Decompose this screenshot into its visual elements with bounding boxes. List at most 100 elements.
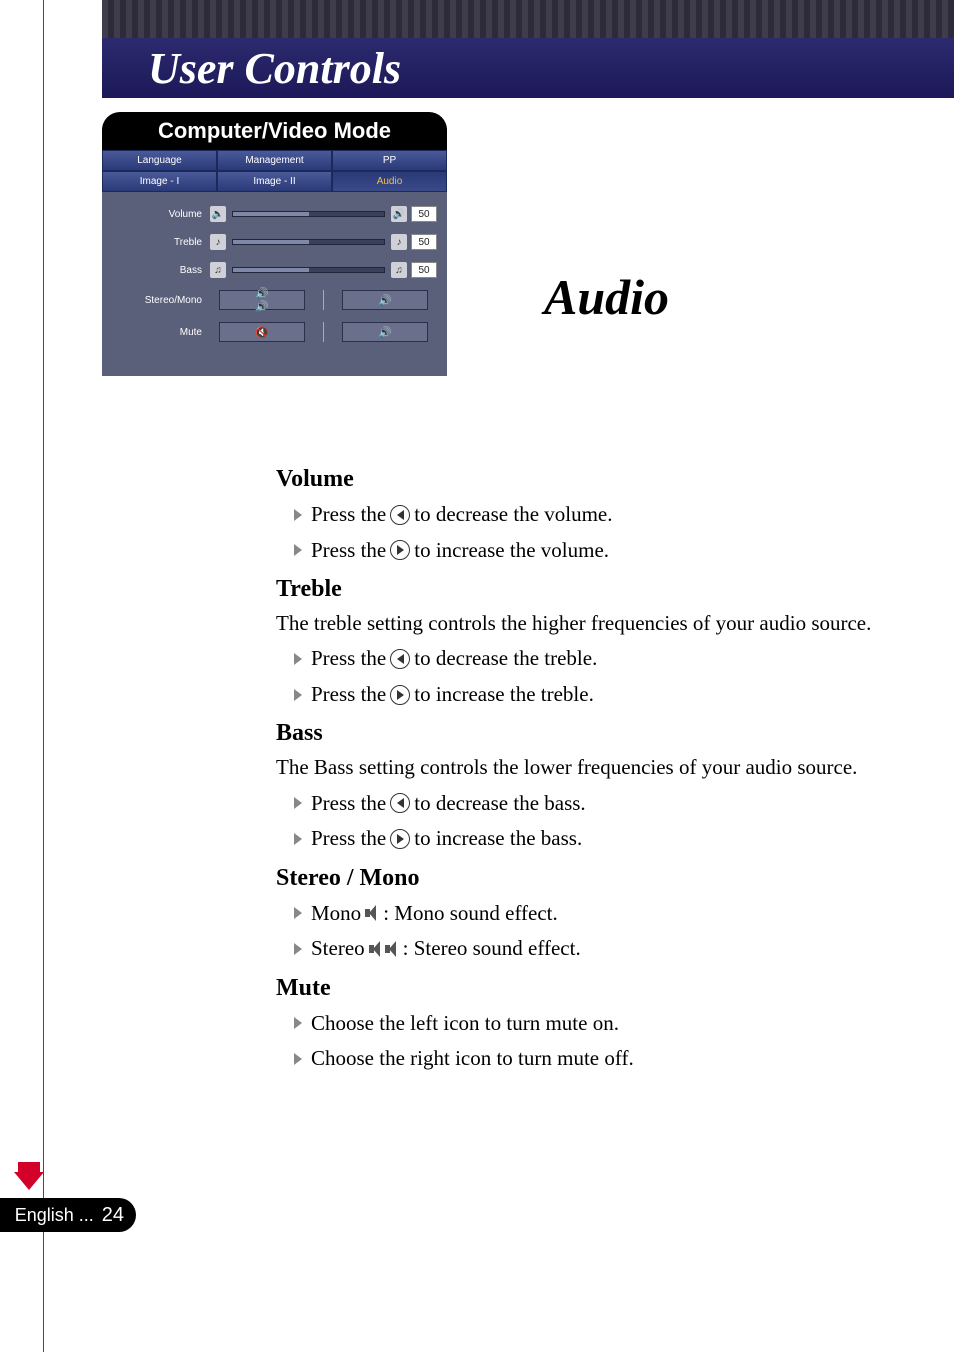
osd-value-treble: 50 xyxy=(411,234,437,250)
heading-treble: Treble xyxy=(276,576,896,603)
footer-lang: English ... xyxy=(15,1205,94,1226)
text-segment: Choose the right icon to turn mute off. xyxy=(311,1043,634,1075)
text-segment: Press the xyxy=(311,643,386,675)
osd-slider-bass[interactable] xyxy=(232,267,385,273)
bullet-arrow-icon xyxy=(294,797,302,809)
text-segment: to decrease the volume. xyxy=(414,499,612,531)
heading-volume: Volume xyxy=(276,466,896,493)
osd-divider xyxy=(323,290,324,310)
stereo-icon: 🔊🔊 xyxy=(255,293,269,307)
text-segment: Press the xyxy=(311,499,386,531)
volume-high-icon: 🔊 xyxy=(391,206,407,222)
bullet-arrow-icon xyxy=(294,689,302,701)
osd-title: Computer/Video Mode xyxy=(102,112,447,150)
doc-body: Volume Press the to decrease the volume.… xyxy=(276,456,896,1079)
bullet-arrow-icon xyxy=(294,833,302,845)
left-arrow-button-icon xyxy=(390,793,410,813)
osd-panel: Computer/Video Mode Language Management … xyxy=(102,112,447,376)
volume-low-icon: 🔈 xyxy=(210,206,226,222)
osd-row-treble: Treble ♪ ♪ 50 xyxy=(112,234,437,250)
bullet-arrow-icon xyxy=(294,1017,302,1029)
mute-on-icon: 🔇 xyxy=(255,325,269,339)
bullet-volume-increase: Press the to increase the volume. xyxy=(294,535,896,567)
bass-low-icon: ♫ xyxy=(210,262,226,278)
osd-tabs: Language Management PP Image - I Image -… xyxy=(102,150,447,192)
osd-slider-treble[interactable] xyxy=(232,239,385,245)
bullet-arrow-icon xyxy=(294,653,302,665)
osd-row-stereo-mono: Stereo/Mono 🔊🔊 🔊 xyxy=(112,290,437,310)
osd-option-mute-on[interactable]: 🔇 xyxy=(219,322,305,342)
osd-row-volume: Volume 🔈 🔊 50 xyxy=(112,206,437,222)
bullet-treble-decrease: Press the to decrease the treble. xyxy=(294,643,896,675)
text-segment: to increase the bass. xyxy=(414,823,582,855)
left-arrow-button-icon xyxy=(390,649,410,669)
osd-slider-volume[interactable] xyxy=(232,211,385,217)
bullet-arrow-icon xyxy=(294,907,302,919)
text-segment: Press the xyxy=(311,788,386,820)
text-segment: : Stereo sound effect. xyxy=(403,933,581,965)
bullet-arrow-icon xyxy=(294,544,302,556)
bass-high-icon: ♫ xyxy=(391,262,407,278)
osd-label-volume: Volume xyxy=(112,209,210,220)
desc-bass: The Bass setting controls the lower freq… xyxy=(276,753,896,781)
page-title: User Controls xyxy=(148,43,401,94)
bullet-stereo: Stereo : Stereo sound effect. xyxy=(294,933,896,965)
mute-off-icon: 🔊 xyxy=(378,325,392,339)
bullet-arrow-icon xyxy=(294,943,302,955)
desc-treble: The treble setting controls the higher f… xyxy=(276,609,896,637)
bullet-bass-decrease: Press the to decrease the bass. xyxy=(294,788,896,820)
text-segment: to decrease the bass. xyxy=(414,788,585,820)
left-arrow-button-icon xyxy=(390,505,410,525)
osd-tab-pp[interactable]: PP xyxy=(332,150,447,171)
osd-option-stereo[interactable]: 🔊🔊 xyxy=(219,290,305,310)
bullet-mute-on: Choose the left icon to turn mute on. xyxy=(294,1008,896,1040)
osd-label-bass: Bass xyxy=(112,265,210,276)
mono-speaker-icon xyxy=(365,905,379,921)
vertical-rule xyxy=(43,0,44,1352)
text-segment: Press the xyxy=(311,679,386,711)
osd-tab-audio[interactable]: Audio xyxy=(332,171,447,192)
heading-stereo-mono: Stereo / Mono xyxy=(276,865,896,892)
header-bar: User Controls xyxy=(102,38,954,98)
bullet-mono: Mono : Mono sound effect. xyxy=(294,898,896,930)
bullet-volume-decrease: Press the to decrease the volume. xyxy=(294,499,896,531)
heading-mute: Mute xyxy=(276,975,896,1002)
osd-value-volume: 50 xyxy=(411,206,437,222)
text-segment: : Mono sound effect. xyxy=(383,898,558,930)
osd-tab-image-2[interactable]: Image - II xyxy=(217,171,332,192)
osd-value-bass: 50 xyxy=(411,262,437,278)
heading-bass: Bass xyxy=(276,720,896,747)
osd-option-mute-off[interactable]: 🔊 xyxy=(342,322,428,342)
text-segment: to increase the treble. xyxy=(414,679,594,711)
osd-label-mute: Mute xyxy=(112,327,210,338)
corner-arrow-icon xyxy=(14,1172,44,1190)
osd-title-text: Computer/Video Mode xyxy=(158,118,391,143)
osd-label-treble: Treble xyxy=(112,237,210,248)
text-segment: Press the xyxy=(311,535,386,567)
osd-row-bass: Bass ♫ ♫ 50 xyxy=(112,262,437,278)
text-segment: Stereo xyxy=(311,933,365,965)
right-arrow-button-icon xyxy=(390,685,410,705)
osd-row-mute: Mute 🔇 🔊 xyxy=(112,322,437,342)
text-segment: Choose the left icon to turn mute on. xyxy=(311,1008,619,1040)
osd-tab-image-1[interactable]: Image - I xyxy=(102,171,217,192)
bullet-arrow-icon xyxy=(294,1053,302,1065)
mono-icon: 🔊 xyxy=(378,293,392,307)
osd-tab-language[interactable]: Language xyxy=(102,150,217,171)
page-indicator: English ... 24 xyxy=(0,1198,136,1232)
bullet-bass-increase: Press the to increase the bass. xyxy=(294,823,896,855)
bullet-arrow-icon xyxy=(294,509,302,521)
text-segment: Press the xyxy=(311,823,386,855)
osd-tab-management[interactable]: Management xyxy=(217,150,332,171)
footer-page: 24 xyxy=(102,1204,124,1227)
osd-label-stereo-mono: Stereo/Mono xyxy=(112,295,210,306)
osd-divider-2 xyxy=(323,322,324,342)
bullet-treble-increase: Press the to increase the treble. xyxy=(294,679,896,711)
treble-high-icon: ♪ xyxy=(391,234,407,250)
text-segment: to increase the volume. xyxy=(414,535,609,567)
text-segment: Mono xyxy=(311,898,361,930)
right-arrow-button-icon xyxy=(390,829,410,849)
text-segment: to decrease the treble. xyxy=(414,643,597,675)
right-heading: Audio xyxy=(544,268,669,326)
osd-option-mono[interactable]: 🔊 xyxy=(342,290,428,310)
